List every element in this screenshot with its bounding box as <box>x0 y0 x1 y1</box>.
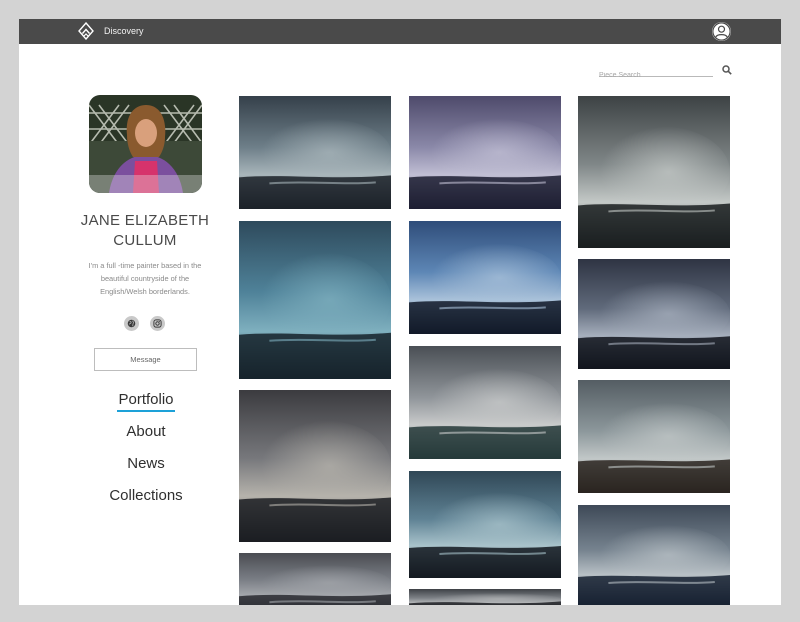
artwork-tile[interactable] <box>409 96 561 209</box>
artwork-tile[interactable] <box>239 390 391 542</box>
artwork-tile[interactable] <box>578 96 730 248</box>
nav-active-indicator <box>117 410 175 412</box>
app-title[interactable]: Discovery <box>104 25 144 38</box>
globe-icon[interactable] <box>124 316 139 331</box>
artist-name: JANE ELIZABETH CULLUM <box>59 211 231 251</box>
search-icon[interactable] <box>722 65 732 75</box>
nav-portfolio[interactable]: Portfolio <box>81 391 211 409</box>
nav-about[interactable]: About <box>81 423 211 441</box>
artwork-tile[interactable] <box>409 346 561 459</box>
artist-name-line: CULLUM <box>113 232 177 249</box>
diamond-arrow-logo[interactable] <box>78 22 94 40</box>
artwork-tile[interactable] <box>409 589 561 605</box>
nav-news[interactable]: News <box>81 455 211 473</box>
artwork-tile[interactable] <box>239 221 391 379</box>
bio-line: English/Welsh borderlands. <box>100 287 190 296</box>
bio-line: I'm a full -time painter based in the <box>88 261 202 270</box>
artwork-tile[interactable] <box>578 259 730 369</box>
bio-line: beautiful countryside of the <box>100 274 190 283</box>
artwork-tile[interactable] <box>578 380 730 493</box>
top-bar: Discovery <box>19 19 781 44</box>
artwork-tile[interactable] <box>409 221 561 334</box>
artwork-tile[interactable] <box>578 505 730 605</box>
user-avatar-icon[interactable] <box>712 22 731 41</box>
browser-frame: Discovery Piece Search JANE ELIZABETH CU… <box>19 19 781 605</box>
artist-photo <box>89 95 202 193</box>
message-button[interactable]: Message <box>94 348 197 371</box>
artwork-tile[interactable] <box>239 553 391 605</box>
instagram-icon[interactable] <box>150 316 165 331</box>
nav-collections[interactable]: Collections <box>81 487 211 505</box>
artwork-tile[interactable] <box>409 471 561 578</box>
search-input[interactable] <box>599 69 713 82</box>
artwork-tile[interactable] <box>239 96 391 209</box>
artist-bio: I'm a full -time painter based in the be… <box>77 259 213 298</box>
search-field[interactable] <box>599 64 713 82</box>
artist-name-line: JANE ELIZABETH <box>80 212 210 229</box>
